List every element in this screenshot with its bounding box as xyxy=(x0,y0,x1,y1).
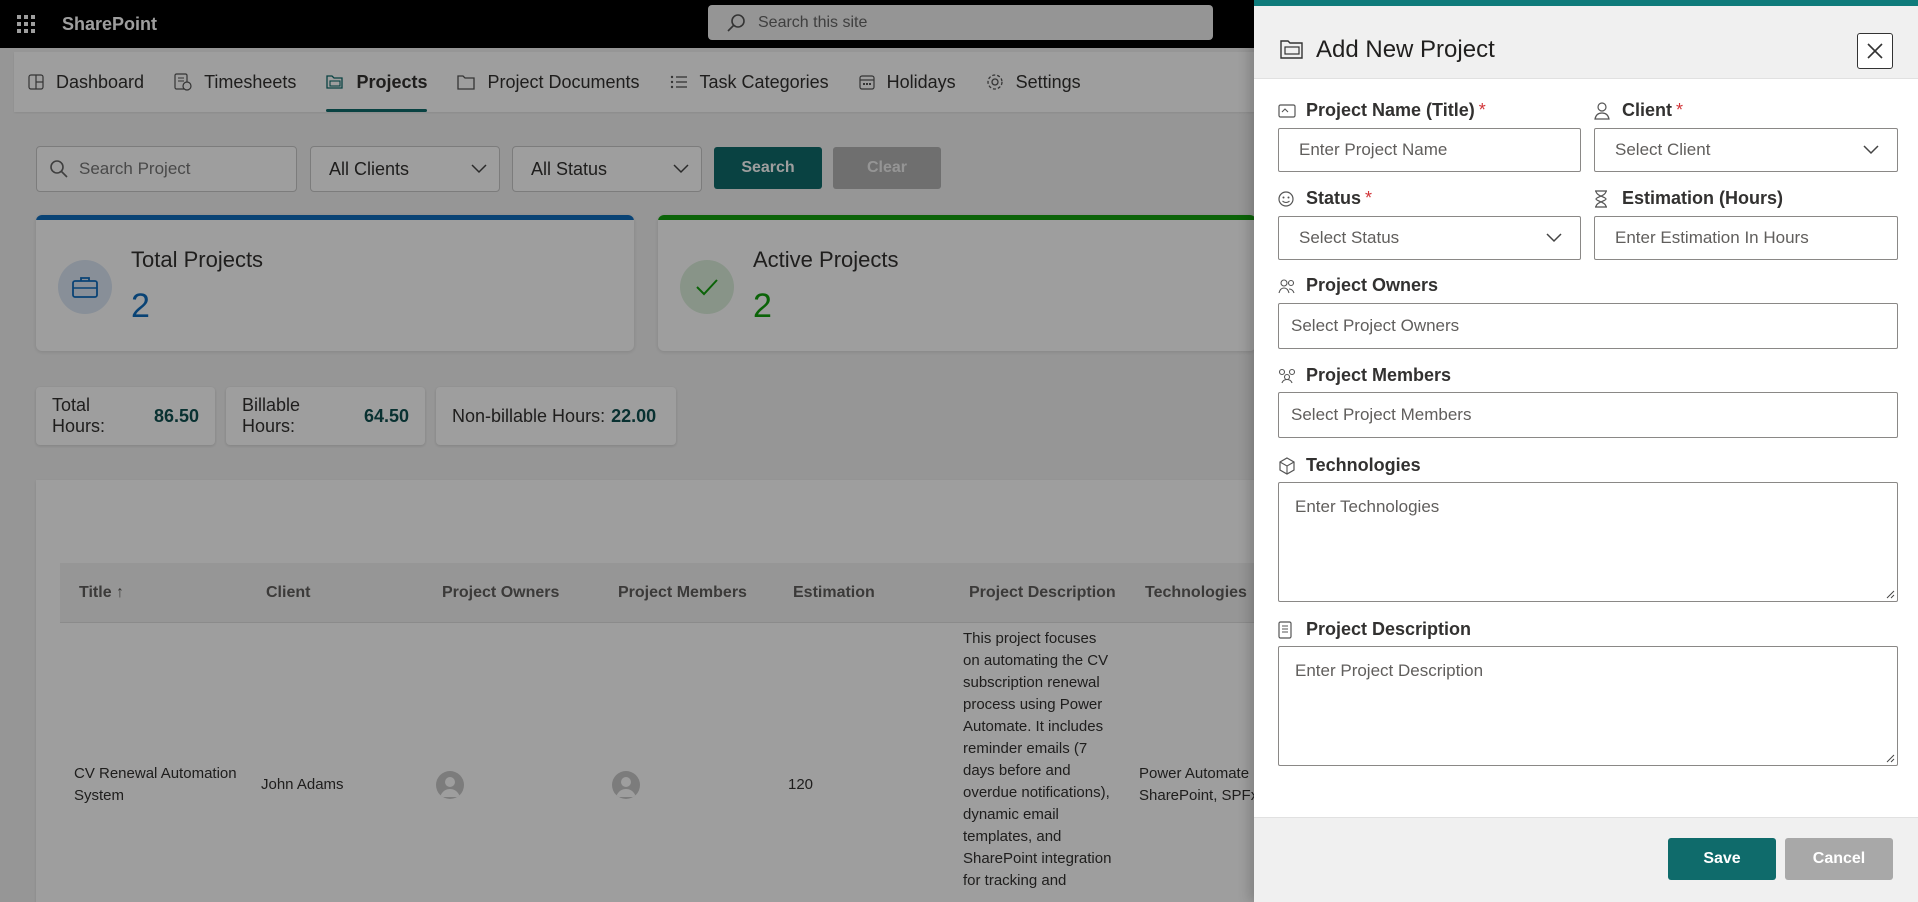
status-select[interactable]: Select Status xyxy=(1278,216,1581,260)
chevron-down-icon xyxy=(1863,145,1879,155)
project-name-label-text: Project Name (Title) xyxy=(1306,100,1475,120)
add-project-panel: Add New Project Project Name (Title) * En… xyxy=(1254,0,1918,902)
required-marker: * xyxy=(1365,188,1373,208)
client-label: Client * xyxy=(1594,100,1684,121)
panel-footer: Save Cancel xyxy=(1254,817,1918,902)
project-description-placeholder: Enter Project Description xyxy=(1295,661,1484,680)
technologies-label: Technologies xyxy=(1279,455,1421,476)
close-button[interactable] xyxy=(1857,33,1893,69)
close-icon xyxy=(1867,43,1883,59)
project-members-picker[interactable]: Select Project Members xyxy=(1278,392,1898,438)
cube-icon xyxy=(1279,456,1295,475)
project-owners-placeholder: Select Project Owners xyxy=(1291,316,1460,335)
project-name-label: Project Name (Title) * xyxy=(1278,100,1486,121)
project-members-placeholder: Select Project Members xyxy=(1291,405,1472,424)
technologies-placeholder: Enter Technologies xyxy=(1295,497,1440,516)
project-owners-label: Project Owners xyxy=(1278,275,1439,296)
chevron-down-icon xyxy=(1546,233,1562,243)
status-select-placeholder: Select Status xyxy=(1299,228,1400,247)
required-marker: * xyxy=(1676,100,1684,120)
tag-icon xyxy=(1278,103,1296,118)
cancel-button[interactable]: Cancel xyxy=(1785,838,1893,880)
client-select[interactable]: Select Client xyxy=(1594,128,1898,172)
project-members-label: Project Members xyxy=(1278,365,1452,386)
resize-grip-icon[interactable] xyxy=(1885,589,1895,599)
document-icon xyxy=(1278,620,1292,639)
estimation-placeholder: Enter Estimation In Hours xyxy=(1615,228,1809,247)
project-description-textarea[interactable]: Enter Project Description xyxy=(1278,646,1898,766)
project-owners-picker[interactable]: Select Project Owners xyxy=(1278,303,1898,349)
technologies-textarea[interactable]: Enter Technologies xyxy=(1278,482,1898,602)
status-label: Status * xyxy=(1278,188,1373,209)
client-select-placeholder: Select Client xyxy=(1615,140,1711,159)
project-description-label: Project Description xyxy=(1278,619,1472,640)
client-label-text: Client xyxy=(1622,100,1673,120)
estimation-label: Estimation (Hours) xyxy=(1595,188,1784,209)
technologies-label-text: Technologies xyxy=(1306,455,1421,475)
resize-grip-icon[interactable] xyxy=(1885,753,1895,763)
panel-title: Add New Project xyxy=(1316,36,1495,63)
project-members-label-text: Project Members xyxy=(1306,365,1452,385)
project-description-label-text: Project Description xyxy=(1306,619,1472,639)
status-icon xyxy=(1278,190,1294,207)
user-icon xyxy=(1594,101,1610,120)
project-name-input[interactable]: Enter Project Name xyxy=(1278,128,1581,172)
status-label-text: Status xyxy=(1306,188,1362,208)
project-name-placeholder: Enter Project Name xyxy=(1299,140,1448,159)
hourglass-icon xyxy=(1595,189,1607,208)
project-owners-label-text: Project Owners xyxy=(1306,275,1439,295)
projects-icon xyxy=(1280,40,1303,59)
estimation-label-text: Estimation (Hours) xyxy=(1622,188,1784,208)
team-icon xyxy=(1278,368,1296,383)
save-button[interactable]: Save xyxy=(1668,838,1776,880)
estimation-input[interactable]: Enter Estimation In Hours xyxy=(1594,216,1898,260)
panel-header: Add New Project xyxy=(1254,6,1918,79)
people-icon xyxy=(1278,278,1295,293)
required-marker: * xyxy=(1478,100,1486,120)
